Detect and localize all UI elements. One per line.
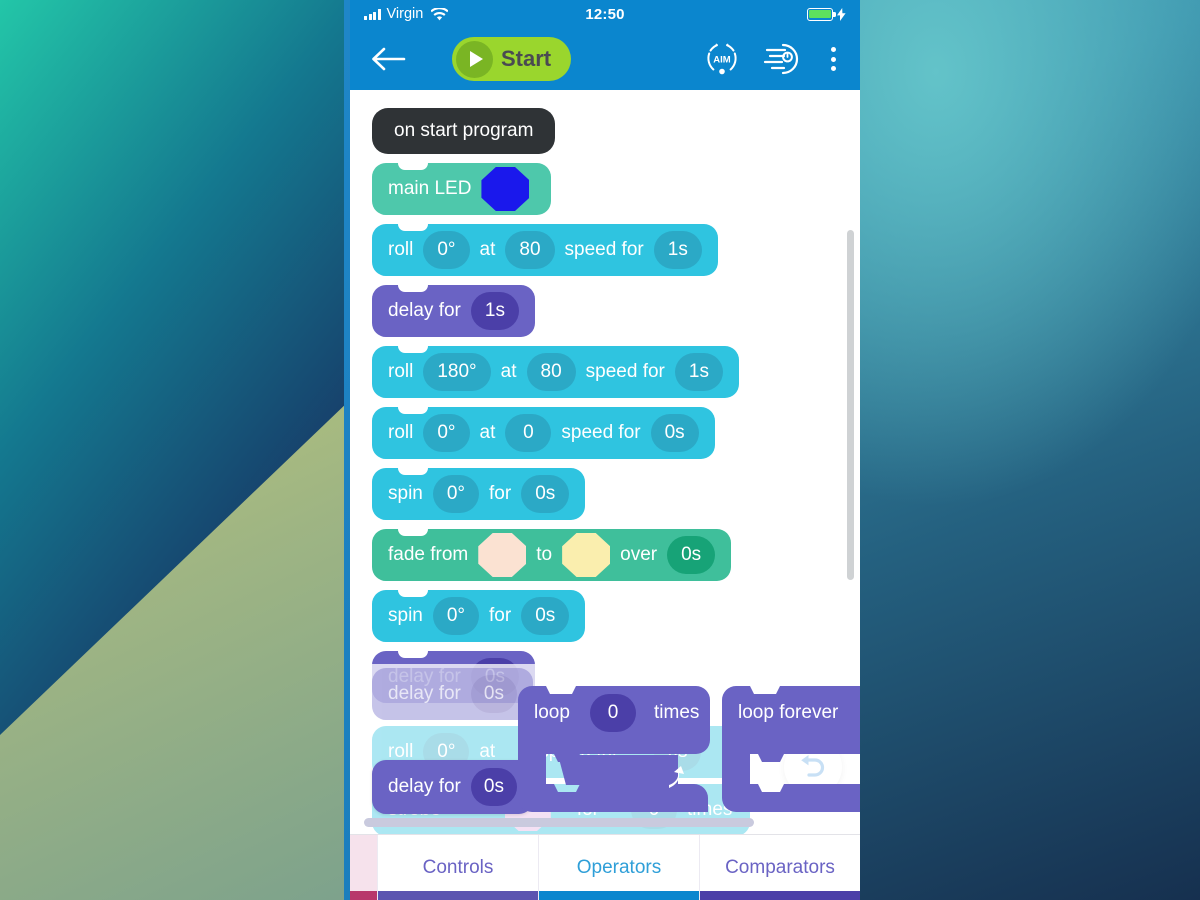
spin-for-label: for <box>489 483 512 504</box>
fade-from-color-swatch[interactable] <box>478 533 527 577</box>
roll-speed-value[interactable]: 80 <box>526 353 576 391</box>
wifi-icon <box>431 7 449 21</box>
tab-partial-left[interactable] <box>350 835 378 900</box>
block-label: fade from <box>388 544 469 565</box>
block-delay[interactable]: delay for 1s <box>372 285 535 337</box>
block-label: spin <box>388 483 423 504</box>
roll-speedfor-label: speed for <box>585 361 665 382</box>
tab-label: Comparators <box>725 856 835 878</box>
tab-label: Controls <box>422 856 494 878</box>
block-main-led[interactable]: main LED <box>372 163 552 215</box>
block-label: delay for <box>388 776 461 797</box>
carrier-label: Virgin <box>386 6 424 22</box>
block-spin[interactable]: spin 0° for 0s <box>372 590 586 642</box>
phone-screen: Virgin 12:50 Start AIM on start program … <box>350 0 860 900</box>
status-bar: Virgin 12:50 <box>350 0 860 28</box>
more-vertical-icon[interactable] <box>823 43 844 75</box>
palette-item-loop-forever[interactable]: loop forever <box>722 686 860 812</box>
block-roll[interactable]: roll 180° at 80 speed for 1s <box>372 346 739 398</box>
block-label: delay for <box>388 300 461 321</box>
tab-comparators[interactable]: Comparators <box>700 835 860 900</box>
delay-duration-value[interactable]: 1s <box>470 292 519 330</box>
led-color-swatch[interactable] <box>481 167 530 211</box>
app-header: Start AIM <box>350 28 860 90</box>
block-on-start-program[interactable]: on start program <box>372 108 556 154</box>
block-label: roll <box>388 361 414 382</box>
program-stack: on start program main LED roll 0° at 80 … <box>372 108 739 712</box>
roll-speedfor-label: speed for <box>561 422 641 443</box>
fade-to-color-swatch[interactable] <box>562 533 611 577</box>
block-label: roll <box>388 239 414 260</box>
fade-over-label: over <box>620 544 658 565</box>
tab-indicator <box>539 891 699 900</box>
fade-duration-value[interactable]: 0s <box>667 536 716 574</box>
tab-operators[interactable]: Operators <box>539 835 700 900</box>
loop-times-value[interactable]: 0 <box>590 694 636 732</box>
start-button[interactable]: Start <box>452 37 572 81</box>
roll-at-label: at <box>479 239 496 260</box>
sensor-data-icon[interactable] <box>763 42 801 76</box>
roll-speedfor-label: speed for <box>564 239 644 260</box>
block-fade[interactable]: fade from to over 0s <box>372 529 732 581</box>
tab-controls[interactable]: Controls <box>378 835 539 900</box>
tab-indicator <box>378 891 538 900</box>
roll-duration-value[interactable]: 0s <box>650 414 699 452</box>
fade-to-label: to <box>536 544 553 565</box>
tab-indicator <box>700 891 860 900</box>
times-label: times <box>654 702 700 723</box>
start-button-label: Start <box>501 46 552 71</box>
block-label: main LED <box>388 178 472 199</box>
signal-bars-icon <box>364 8 381 20</box>
roll-heading-value[interactable]: 180° <box>423 353 491 391</box>
roll-duration-value[interactable]: 1s <box>653 231 702 269</box>
roll-heading-value[interactable]: 0° <box>423 231 470 269</box>
delay-duration-value[interactable]: 0s <box>470 768 517 806</box>
spin-duration-value[interactable]: 0s <box>521 475 570 513</box>
vertical-scrollbar[interactable] <box>847 230 854 580</box>
palette-bg-block-delay: delay for 0s <box>372 668 533 720</box>
block-label: roll <box>388 422 414 443</box>
roll-speed-value[interactable]: 80 <box>505 231 555 269</box>
roll-speed-value[interactable]: 0 <box>505 414 552 452</box>
block-label: loop forever <box>738 702 839 723</box>
roll-duration-value[interactable]: 1s <box>674 353 723 391</box>
play-icon <box>456 40 493 78</box>
back-arrow-icon[interactable] <box>366 39 410 79</box>
block-spin[interactable]: spin 0° for 0s <box>372 468 586 520</box>
tab-label: Operators <box>576 856 662 878</box>
block-palette-drawer[interactable]: delay for 0s roll 0° at speed for 0s str… <box>350 664 860 834</box>
charging-bolt-icon <box>837 7 846 21</box>
palette-item-delay-for[interactable]: delay for 0s <box>372 760 533 814</box>
roll-heading-value[interactable]: 0° <box>423 414 470 452</box>
tab-indicator <box>350 891 377 900</box>
spin-heading-value[interactable]: 0° <box>432 475 480 513</box>
roll-at-label: at <box>479 422 496 443</box>
block-label: loop <box>534 702 570 723</box>
spin-heading-value[interactable]: 0° <box>432 597 480 635</box>
block-label: spin <box>388 605 423 626</box>
roll-at-label: at <box>500 361 517 382</box>
block-label: delay for <box>388 683 461 704</box>
block-roll[interactable]: roll 0° at 80 speed for 1s <box>372 224 718 276</box>
svg-text:AIM: AIM <box>713 55 731 66</box>
aim-icon[interactable]: AIM <box>703 40 741 78</box>
horizontal-scrollbar[interactable] <box>364 818 754 827</box>
block-roll[interactable]: roll 0° at 0 speed for 0s <box>372 407 715 459</box>
block-label: on start program <box>394 120 534 141</box>
palette-item-loop-times[interactable]: loop 0 times <box>518 686 710 812</box>
battery-charging-icon <box>807 7 836 21</box>
program-canvas[interactable]: on start program main LED roll 0° at 80 … <box>350 90 860 834</box>
value: 0s <box>470 675 517 713</box>
spin-for-label: for <box>489 605 512 626</box>
spin-duration-value[interactable]: 0s <box>521 597 570 635</box>
palette-tab-bar: Controls Operators Comparators <box>350 834 860 900</box>
